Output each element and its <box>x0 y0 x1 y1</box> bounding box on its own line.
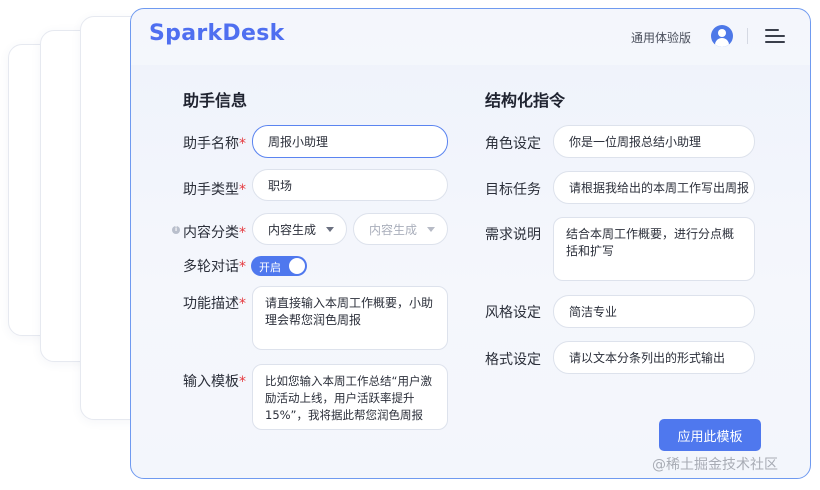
assistant-info-title: 助手信息 <box>183 91 248 110</box>
function-description-textarea[interactable]: 请直接输入本周工作概要，小助理会帮您润色周报 <box>252 286 448 350</box>
input-template-label: 输入模板* <box>183 374 246 390</box>
content-category-label: 内容分类* <box>183 225 246 241</box>
chevron-down-icon <box>326 226 334 232</box>
assistant-name-input[interactable]: 周报小助理 <box>252 125 448 158</box>
top-bar: SparkDesk 通用体验版 <box>131 9 810 65</box>
toggle-knob <box>289 258 305 274</box>
structured-instruction-title: 结构化指令 <box>485 91 566 110</box>
function-description-label: 功能描述* <box>183 296 246 312</box>
format-setting-label: 格式设定 <box>485 352 541 368</box>
user-avatar-icon[interactable] <box>711 25 733 47</box>
requirement-label: 需求说明 <box>485 227 541 243</box>
style-setting-input[interactable]: 简洁专业 <box>553 295 755 328</box>
assistant-type-input[interactable]: 职场 <box>252 169 448 201</box>
multi-turn-toggle[interactable]: 开启 <box>251 256 307 276</box>
multi-turn-label: 多轮对话* <box>183 259 246 275</box>
chevron-down-icon <box>427 226 435 232</box>
category-select-primary-value: 内容生成 <box>268 222 317 237</box>
goal-task-label: 目标任务 <box>485 182 541 198</box>
divider <box>747 28 748 44</box>
toggle-label: 开启 <box>259 261 281 274</box>
assistant-type-label: 助手类型* <box>183 182 246 198</box>
apply-template-button[interactable]: 应用此模板 <box>659 419 761 451</box>
role-setting-input[interactable]: 你是一位周报总结小助理 <box>553 125 755 158</box>
requirement-textarea[interactable]: 结合本周工作概要，进行分点概括和扩写 <box>553 217 755 281</box>
info-icon[interactable]: i <box>172 226 180 234</box>
role-setting-label: 角色设定 <box>485 136 541 152</box>
assistant-template-card: SparkDesk 通用体验版 助手信息 助手名称* 周报小助理 助手类型* 职… <box>130 8 811 479</box>
goal-task-input[interactable]: 请根据我给出的本周工作写出周报 <box>553 171 755 204</box>
sparkdesk-logo[interactable]: SparkDesk <box>149 21 285 46</box>
format-setting-input[interactable]: 请以文本分条列出的形式输出 <box>553 341 755 374</box>
general-experience-link[interactable]: 通用体验版 <box>631 29 691 46</box>
input-template-textarea[interactable]: 比如您输入本周工作总结“用户激励活动上线，用户活跃率提升15%”，我将据此帮您润… <box>252 364 448 430</box>
category-select-secondary-value: 内容生成 <box>369 222 418 237</box>
assistant-name-label: 助手名称* <box>183 136 246 152</box>
menu-icon[interactable] <box>765 28 785 44</box>
watermark: @稀土掘金技术社区 <box>652 457 778 473</box>
category-select-primary[interactable]: 内容生成 <box>252 213 347 245</box>
category-select-secondary[interactable]: 内容生成 <box>353 213 448 245</box>
style-setting-label: 风格设定 <box>485 305 541 321</box>
